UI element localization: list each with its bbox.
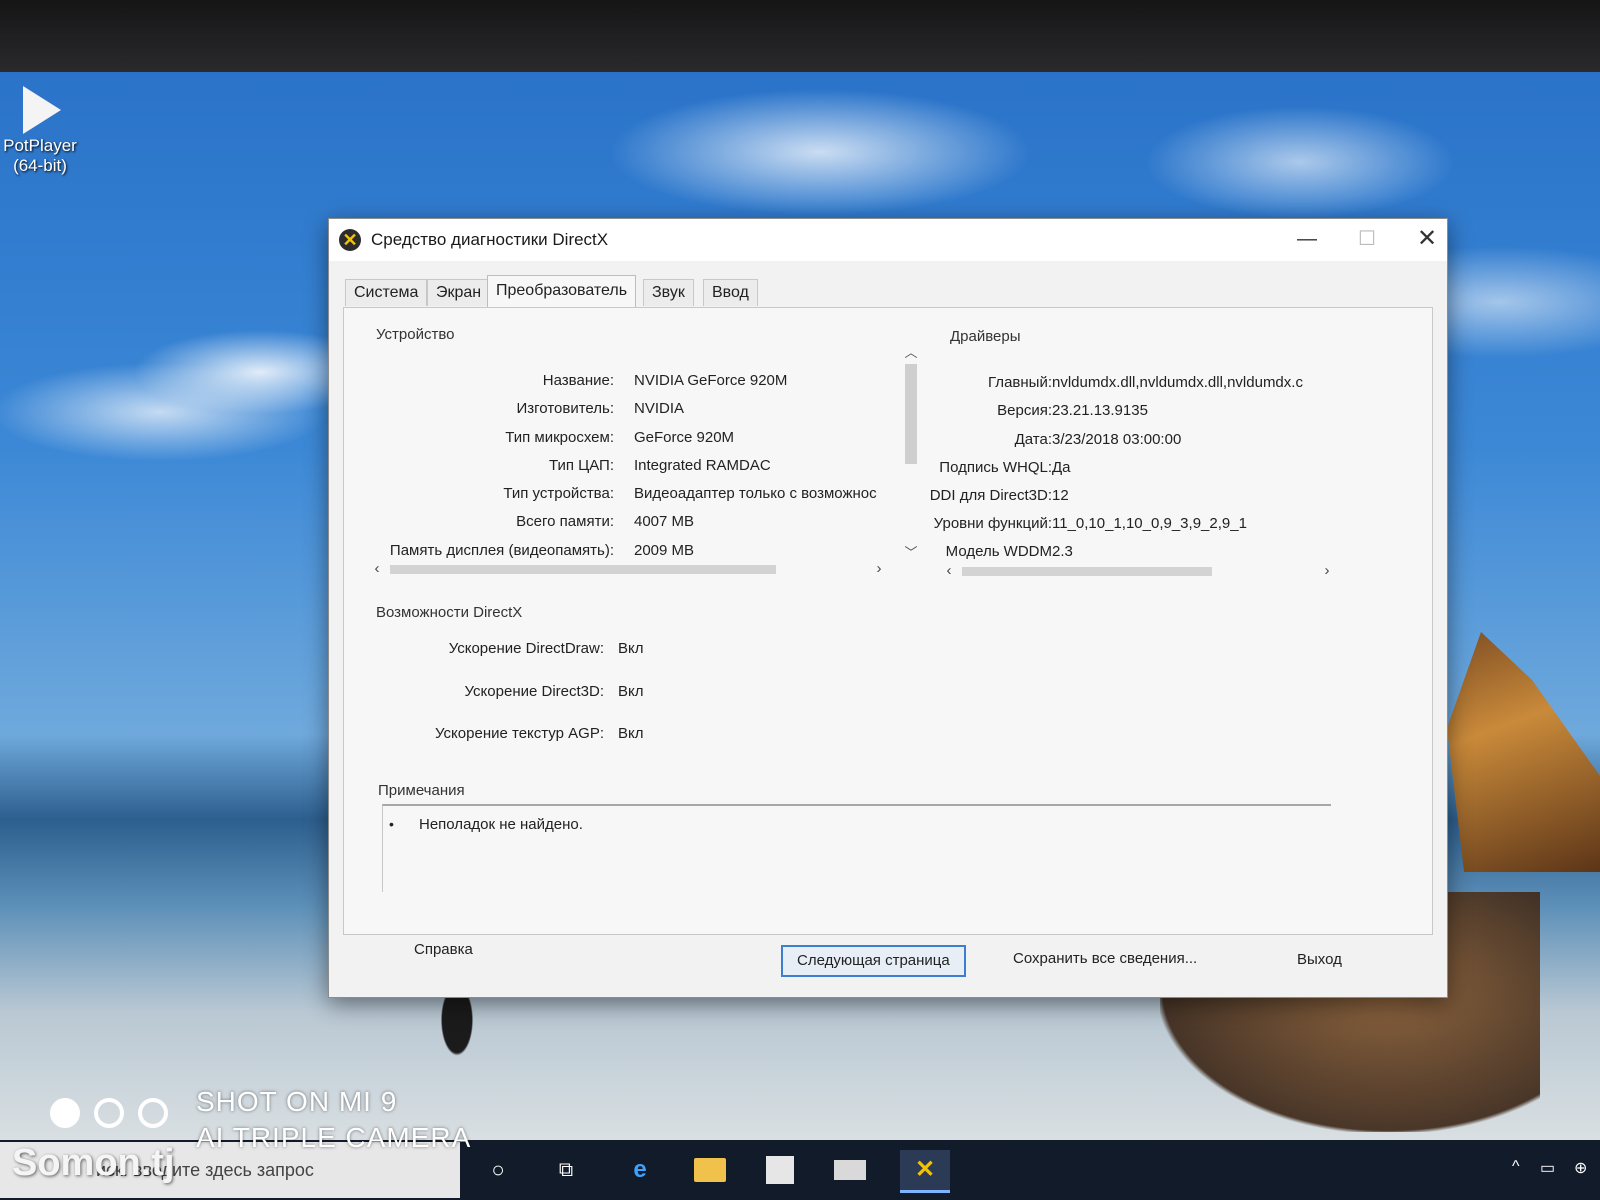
driver-value: 11_0,10_1,10_0,9_3,9_2,9_1 (1052, 515, 1247, 532)
feature-value: Вкл (618, 683, 644, 700)
edge-browser-icon[interactable]: e (620, 1150, 660, 1190)
driver-key: Версия: (997, 402, 1052, 419)
watermark-ring-icon (94, 1098, 124, 1128)
driver-key: Дата: (1014, 431, 1052, 448)
watermark-dot-icon (50, 1098, 80, 1128)
save-all-info-button[interactable]: Сохранить все сведения... (999, 945, 1211, 973)
feature-key: Ускорение Direct3D: (464, 683, 604, 700)
scroll-left-arrow-icon[interactable]: ‹ (940, 562, 958, 580)
driver-value: Да (1052, 459, 1071, 476)
task-view-icon[interactable]: ⧉ (546, 1150, 586, 1190)
feature-key: Ускорение DirectDraw: (448, 640, 604, 657)
screen-bezel (0, 0, 1600, 72)
desktop-icon-label-2: (64-bit) (13, 156, 67, 175)
driver-key: Модель WDDM (945, 543, 1052, 560)
store-icon[interactable] (760, 1150, 800, 1190)
scroll-right-arrow-icon[interactable]: › (1318, 562, 1336, 580)
notes-group-title: Примечания (378, 782, 465, 799)
driver-value: 2.3 (1052, 543, 1073, 560)
desktop-icon-label: PotPlayer (3, 136, 77, 155)
window-title: Средство диагностики DirectX (371, 230, 609, 249)
driver-key: DDI для Direct3D: (929, 487, 1052, 504)
site-watermark: Somon.tj (12, 1142, 175, 1184)
directx-features-list: Ускорение DirectDraw: Вкл Ускорение Dire… (344, 308, 744, 768)
tab-display[interactable]: Экран (427, 279, 491, 306)
minimize-button[interactable]: — (1277, 219, 1337, 259)
bullet-icon: • (389, 816, 394, 832)
feature-key: Ускорение текстур AGP: (435, 725, 604, 742)
scroll-down-arrow-icon[interactable]: ﹀ (902, 542, 920, 560)
tab-sound[interactable]: Звук (643, 279, 694, 306)
file-explorer-icon[interactable] (690, 1150, 730, 1190)
watermark-ring-icon (138, 1098, 168, 1128)
driver-value: nvldumdx.dll,nvldumdx.dll,nvldumdx.c (1052, 374, 1303, 391)
notes-item: Неполадок не найдено. (419, 816, 583, 833)
maximize-button[interactable]: ☐ (1337, 219, 1397, 259)
driver-key: Уровни функций: (933, 515, 1052, 532)
camera-watermark-line2: AI TRIPLE CAMERA (196, 1122, 472, 1153)
tray-chevron-up-icon[interactable]: ^ (1512, 1158, 1520, 1176)
driver-key: Главный: (988, 374, 1052, 391)
mail-icon[interactable] (830, 1150, 870, 1190)
tab-system[interactable]: Система (345, 279, 428, 306)
desktop-icon-potplayer[interactable]: PotPlayer (64-bit) (0, 84, 80, 176)
wallpaper-rock (1447, 632, 1600, 872)
driver-value: 3/23/2018 03:00:00 (1052, 431, 1182, 448)
tab-panel: Устройство Название: NVIDIA GeForce 920M… (343, 307, 1433, 958)
device-vertical-scrollbar[interactable]: ︿ ﹀ (902, 342, 920, 562)
next-page-button[interactable]: Следующая страница (781, 945, 966, 977)
scrollbar-thumb[interactable] (962, 567, 1212, 576)
driver-value: 12 (1052, 487, 1069, 504)
notes-box: • Неполадок не найдено. (382, 804, 1331, 892)
battery-icon[interactable]: ▭ (1540, 1158, 1555, 1178)
cortana-circle-icon[interactable]: ○ (478, 1150, 518, 1190)
directx-icon: ✕ (339, 229, 361, 251)
scrollbar-thumb[interactable] (905, 364, 917, 464)
dxdiag-window: ✕ Средство диагностики DirectX — ☐ ✕ Сис… (328, 218, 1448, 998)
exit-button[interactable]: Выход (1283, 946, 1356, 974)
driver-key: Подпись WHQL: (939, 459, 1052, 476)
drivers-info-list: Главный: nvldumdx.dll,nvldumdx.dll,nvldu… (924, 308, 1344, 568)
scroll-right-arrow-icon[interactable]: › (870, 560, 888, 578)
tab-render[interactable]: Преобразователь (487, 275, 637, 308)
feature-value: Вкл (618, 640, 644, 657)
camera-watermark-logo (50, 1098, 180, 1138)
camera-watermark-line1: SHOT ON MI 9 (196, 1086, 398, 1117)
driver-value: 23.21.13.9135 (1052, 402, 1148, 419)
feature-value: Вкл (618, 725, 644, 742)
network-globe-icon[interactable]: ⊕ (1574, 1158, 1587, 1178)
help-button[interactable]: Справка (400, 936, 487, 964)
tab-input[interactable]: Ввод (703, 279, 758, 306)
close-button[interactable]: ✕ (1397, 219, 1457, 259)
wallpaper-figure (438, 992, 476, 1062)
drivers-horizontal-scrollbar[interactable]: ‹ › (940, 562, 1336, 580)
play-icon (15, 84, 65, 136)
dxdiag-taskbar-icon[interactable]: ✕ (900, 1150, 950, 1193)
scroll-up-arrow-icon[interactable]: ︿ (902, 342, 920, 360)
title-bar[interactable]: ✕ Средство диагностики DirectX — ☐ ✕ (329, 219, 1447, 261)
